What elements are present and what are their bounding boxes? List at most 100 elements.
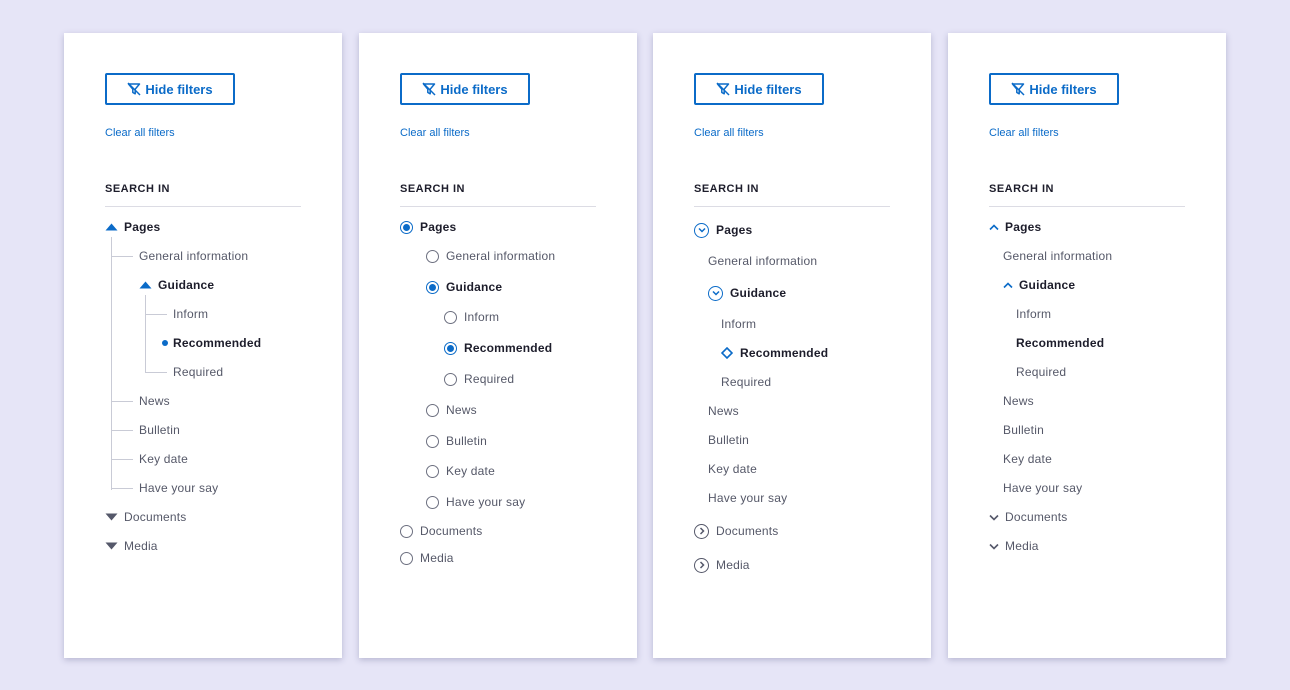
hide-filters-button[interactable]: Hide filters: [989, 73, 1119, 105]
tree-item-general-information[interactable]: General information: [139, 248, 248, 264]
tree-item-recommended[interactable]: Recommended: [1016, 335, 1104, 351]
tree-item-required[interactable]: Required: [173, 364, 223, 380]
tree-item-key-date[interactable]: Key date: [1003, 451, 1052, 467]
hide-filters-button[interactable]: Hide filters: [105, 73, 235, 105]
tree-item-news[interactable]: News: [1003, 393, 1034, 409]
radio-item-media[interactable]: Media: [400, 550, 454, 566]
circled-chevron-down-icon: [708, 285, 723, 301]
radio-icon: [426, 495, 439, 509]
section-title: SEARCH IN: [105, 183, 171, 195]
tree-item-recommended[interactable]: Recommended: [162, 335, 261, 351]
tree-item-guidance[interactable]: Guidance: [1003, 277, 1075, 293]
tree-item-label: Have your say: [139, 481, 219, 495]
tree-line: [145, 314, 167, 315]
tree-item-inform[interactable]: Inform: [173, 306, 208, 322]
tree-item-label: Inform: [721, 317, 757, 331]
tree-item-pages[interactable]: Pages: [694, 222, 752, 238]
radio-selected-icon: [444, 341, 457, 355]
tree-item-label: Media: [1005, 539, 1039, 553]
tree-item-label: Required: [173, 365, 224, 379]
tree-item-pages[interactable]: Pages: [989, 219, 1041, 235]
clear-all-filters-link[interactable]: Clear all filters: [989, 127, 1059, 139]
tree-item-media[interactable]: Media: [989, 538, 1039, 554]
tree-item-general-information[interactable]: General information: [1003, 248, 1112, 264]
tree-item-bulletin[interactable]: Bulletin: [708, 432, 749, 448]
tree-item-media[interactable]: Media: [694, 557, 750, 573]
chevron-up-icon: [989, 223, 999, 231]
clear-all-filters-link[interactable]: Clear all filters: [694, 127, 764, 139]
radio-item-pages[interactable]: Pages: [400, 219, 456, 235]
tree-line: [145, 295, 146, 373]
tree-item-label: Recommended: [1016, 336, 1105, 350]
chevron-down-icon: [989, 543, 999, 550]
tree-item-guidance[interactable]: Guidance: [139, 277, 214, 293]
radio-item-label: General information: [446, 249, 556, 263]
tree-item-documents[interactable]: Documents: [105, 509, 187, 525]
radio-item-general-information[interactable]: General information: [426, 248, 555, 264]
radio-item-label: Bulletin: [446, 434, 487, 448]
radio-icon: [426, 403, 439, 417]
radio-icon: [426, 249, 439, 263]
tree-item-label: Documents: [1005, 510, 1068, 524]
tree-item-documents[interactable]: Documents: [694, 523, 779, 539]
radio-item-bulletin[interactable]: Bulletin: [426, 433, 487, 449]
tree-item-have-your-say[interactable]: Have your say: [139, 480, 218, 496]
tree-item-bulletin[interactable]: Bulletin: [139, 422, 180, 438]
tree-item-have-your-say[interactable]: Have your say: [708, 490, 787, 506]
hide-filters-label: Hide filters: [734, 81, 802, 97]
tree-item-label: Inform: [173, 307, 209, 321]
tree-item-news[interactable]: News: [708, 403, 739, 419]
tree-item-label: Required: [721, 375, 772, 389]
radio-item-key-date[interactable]: Key date: [426, 463, 495, 479]
radio-item-guidance[interactable]: Guidance: [426, 279, 502, 295]
tree-item-guidance[interactable]: Guidance: [708, 285, 786, 301]
tree-item-label: Inform: [1016, 307, 1052, 321]
hide-filters-button[interactable]: Hide filters: [400, 73, 530, 105]
tree-item-label: General information: [1003, 249, 1113, 263]
tree-item-have-your-say[interactable]: Have your say: [1003, 480, 1082, 496]
tree-item-label: Pages: [124, 220, 161, 234]
tree-item-label: Guidance: [158, 278, 215, 292]
tree-line: [145, 372, 167, 373]
radio-item-news[interactable]: News: [426, 402, 477, 418]
clear-all-filters-link[interactable]: Clear all filters: [400, 127, 470, 139]
tree-item-required[interactable]: Required: [721, 374, 771, 390]
tree-item-bulletin[interactable]: Bulletin: [1003, 422, 1044, 438]
filter-off-icon: [1011, 82, 1029, 96]
radio-icon: [444, 372, 457, 386]
clear-all-filters-link[interactable]: Clear all filters: [105, 127, 175, 139]
tree-item-label: Bulletin: [139, 423, 180, 437]
circled-chevron-right-icon: [694, 523, 709, 539]
hide-filters-button[interactable]: Hide filters: [694, 73, 824, 105]
tree-line: [111, 401, 133, 402]
section-title: SEARCH IN: [400, 183, 466, 195]
tree-line: [111, 488, 133, 489]
tree-item-news[interactable]: News: [139, 393, 170, 409]
radio-icon: [400, 524, 413, 538]
radio-item-have-your-say[interactable]: Have your say: [426, 494, 525, 510]
radio-selected-icon: [426, 280, 439, 294]
tree-item-general-information[interactable]: General information: [708, 253, 817, 269]
tree-item-media[interactable]: Media: [105, 538, 158, 554]
tree-line: [111, 256, 133, 257]
tree-item-documents[interactable]: Documents: [989, 509, 1068, 525]
tree-item-required[interactable]: Required: [1016, 364, 1066, 380]
tree-item-key-date[interactable]: Key date: [139, 451, 188, 467]
hide-filters-label: Hide filters: [145, 81, 213, 97]
tree-item-label: General information: [139, 249, 249, 263]
radio-item-label: Guidance: [446, 280, 503, 294]
tree-item-recommended[interactable]: Recommended: [721, 345, 828, 361]
chevron-down-icon: [989, 514, 999, 521]
radio-item-documents[interactable]: Documents: [400, 523, 483, 539]
tree-item-label: Media: [716, 558, 750, 572]
radio-item-inform[interactable]: Inform: [444, 309, 499, 325]
tree-item-inform[interactable]: Inform: [1016, 306, 1051, 322]
radio-item-recommended[interactable]: Recommended: [444, 340, 552, 356]
tree-item-inform[interactable]: Inform: [721, 316, 756, 332]
radio-item-required[interactable]: Required: [444, 371, 514, 387]
filter-panel-chevron-list: Hide filters Clear all filters SEARCH IN…: [948, 33, 1226, 658]
tree-item-key-date[interactable]: Key date: [708, 461, 757, 477]
radio-item-label: Required: [464, 372, 515, 386]
radio-icon: [400, 551, 413, 565]
tree-item-pages[interactable]: Pages: [105, 219, 160, 235]
